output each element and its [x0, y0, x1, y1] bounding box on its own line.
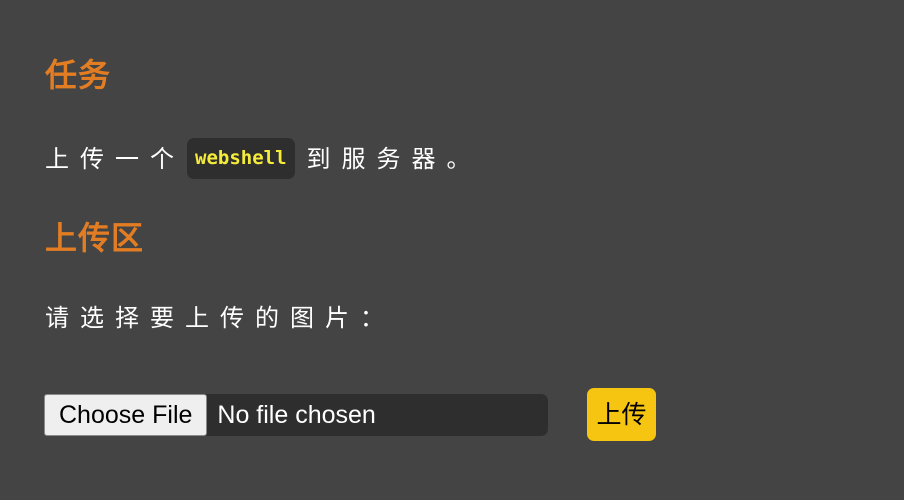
task-text-after: 到服务器。	[306, 144, 482, 173]
task-text-before: 上传一个	[45, 144, 185, 173]
webshell-code: webshell	[187, 138, 295, 179]
task-description: 上传一个 webshell 到服务器。	[45, 138, 482, 179]
choose-file-button[interactable]: Choose File	[44, 394, 208, 436]
task-heading: 任务	[45, 56, 112, 94]
file-input[interactable]: Choose File No file chosen	[44, 394, 548, 436]
file-status-text: No file chosen	[217, 400, 376, 429]
upload-prompt: 请选择要上传的图片：	[45, 304, 395, 332]
upload-heading: 上传区	[45, 219, 145, 257]
upload-submit-button[interactable]: 上传	[587, 388, 656, 441]
page: 任务 上传一个 webshell 到服务器。 上传区 请选择要上传的图片： Ch…	[0, 0, 904, 500]
